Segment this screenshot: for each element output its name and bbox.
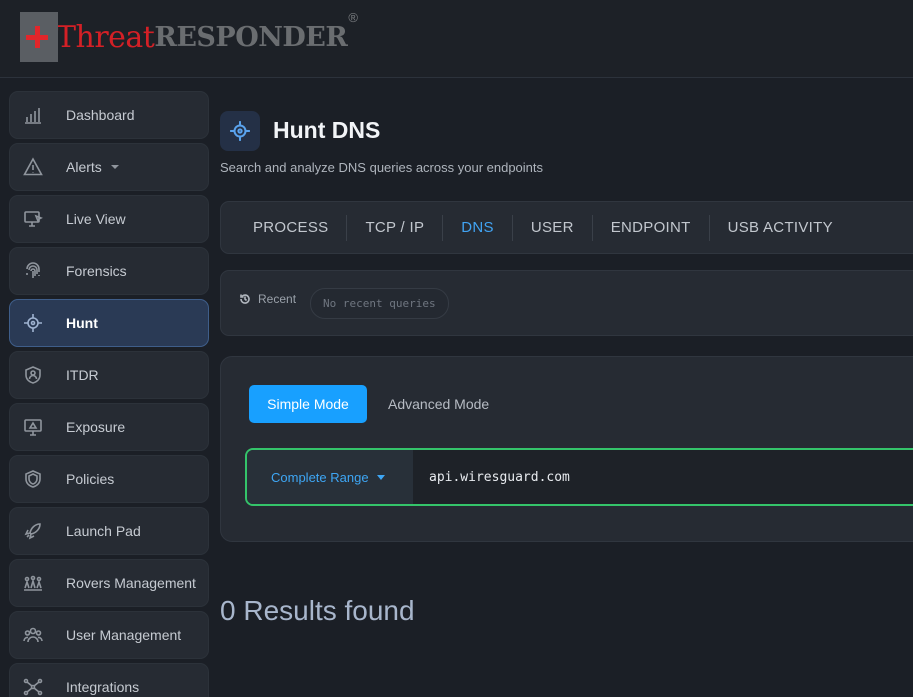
sidebar-item-label: Exposure	[66, 419, 126, 435]
recent-empty-pill: No recent queries	[310, 288, 449, 319]
recent-label: Recent	[239, 292, 296, 306]
sidebar-item-label: User Management	[66, 627, 182, 643]
sidebar-item-label: Policies	[66, 471, 115, 487]
shield-icon	[22, 468, 44, 490]
crosshair-icon	[22, 312, 44, 334]
sidebar-item-label: Live View	[66, 211, 126, 227]
sidebar-item-policies[interactable]: Policies	[9, 455, 209, 503]
sidebar-item-rovers-management[interactable]: Rovers Management	[9, 559, 209, 607]
sidebar-item-exposure[interactable]: Exposure	[9, 403, 209, 451]
rovers-icon	[22, 572, 44, 594]
sidebar-item-alerts[interactable]: Alerts	[9, 143, 209, 191]
chevron-down-icon	[110, 165, 119, 169]
sidebar-item-label: Dashboard	[66, 107, 135, 123]
sidebar-item-label: Alerts	[66, 159, 102, 175]
sidebar-item-launch-pad[interactable]: Launch Pad	[9, 507, 209, 555]
sidebar-item-user-management[interactable]: User Management	[9, 611, 209, 659]
results-count: 0 Results found	[220, 595, 415, 626]
network-icon	[22, 676, 44, 697]
chart-bars-icon	[22, 104, 44, 126]
page-title: Hunt DNS	[273, 117, 381, 143]
hunt-crosshair-icon	[220, 111, 260, 151]
logo[interactable]: Threat RESPONDER ®	[20, 10, 358, 62]
tab-process[interactable]: PROCESS	[235, 214, 348, 241]
sidebar-item-label: ITDR	[66, 367, 99, 383]
users-icon	[22, 624, 44, 646]
sidebar-item-label: Integrations	[66, 679, 140, 695]
tab-usb-activity[interactable]: USB ACTIVITY	[710, 215, 851, 241]
sidebar-item-integrations[interactable]: Integrations	[9, 663, 209, 697]
query-panel: Simple Mode Advanced Mode Complete Range	[220, 356, 913, 542]
logo-threat-text: Threat	[56, 19, 155, 55]
sidebar-item-live-view[interactable]: Live View	[9, 195, 209, 243]
sidebar-item-itdr[interactable]: ITDR	[9, 351, 209, 399]
search-row: Complete Range	[245, 448, 913, 506]
rocket-icon	[22, 520, 44, 542]
sidebar-item-label: Rovers Management	[66, 575, 196, 591]
top-bar: Threat RESPONDER ®	[0, 0, 913, 78]
range-dropdown[interactable]: Complete Range	[247, 450, 413, 504]
range-dropdown-label: Complete Range	[271, 469, 369, 485]
sidebar-item-label: Hunt	[66, 315, 98, 331]
user-shield-icon	[22, 364, 44, 386]
recent-queries-panel: Recent No recent queries	[220, 270, 913, 336]
hunt-tabs: PROCESS TCP / IP DNS USER ENDPOINT USB A…	[220, 201, 913, 254]
caret-down-icon	[376, 474, 385, 480]
sidebar-item-hunt[interactable]: Hunt	[9, 299, 209, 347]
advanced-mode-button[interactable]: Advanced Mode	[388, 396, 489, 412]
simple-mode-button[interactable]: Simple Mode	[249, 385, 367, 423]
sidebar-item-label: Forensics	[66, 263, 127, 279]
history-icon	[240, 294, 250, 304]
monitor-cursor-icon	[22, 208, 44, 230]
tab-endpoint[interactable]: ENDPOINT	[593, 214, 710, 241]
fingerprint-icon	[22, 260, 44, 282]
monitor-alert-icon	[22, 416, 44, 438]
dns-search-input[interactable]	[413, 450, 913, 504]
sidebar: Dashboard Alerts Live View Forensics Hun…	[9, 91, 209, 697]
tab-dns[interactable]: DNS	[443, 214, 513, 241]
warning-triangle-icon	[22, 156, 44, 178]
logo-cross-icon	[20, 12, 58, 62]
tab-tcp-ip[interactable]: TCP / IP	[347, 214, 444, 241]
logo-responder-text: RESPONDER	[154, 21, 348, 53]
sidebar-item-dashboard[interactable]: Dashboard	[9, 91, 209, 139]
tab-user[interactable]: USER	[513, 214, 593, 241]
logo-registered-mark: ®	[348, 10, 358, 25]
sidebar-item-forensics[interactable]: Forensics	[9, 247, 209, 295]
sidebar-item-label: Launch Pad	[66, 523, 141, 539]
page-subtitle: Search and analyze DNS queries across yo…	[220, 160, 544, 175]
